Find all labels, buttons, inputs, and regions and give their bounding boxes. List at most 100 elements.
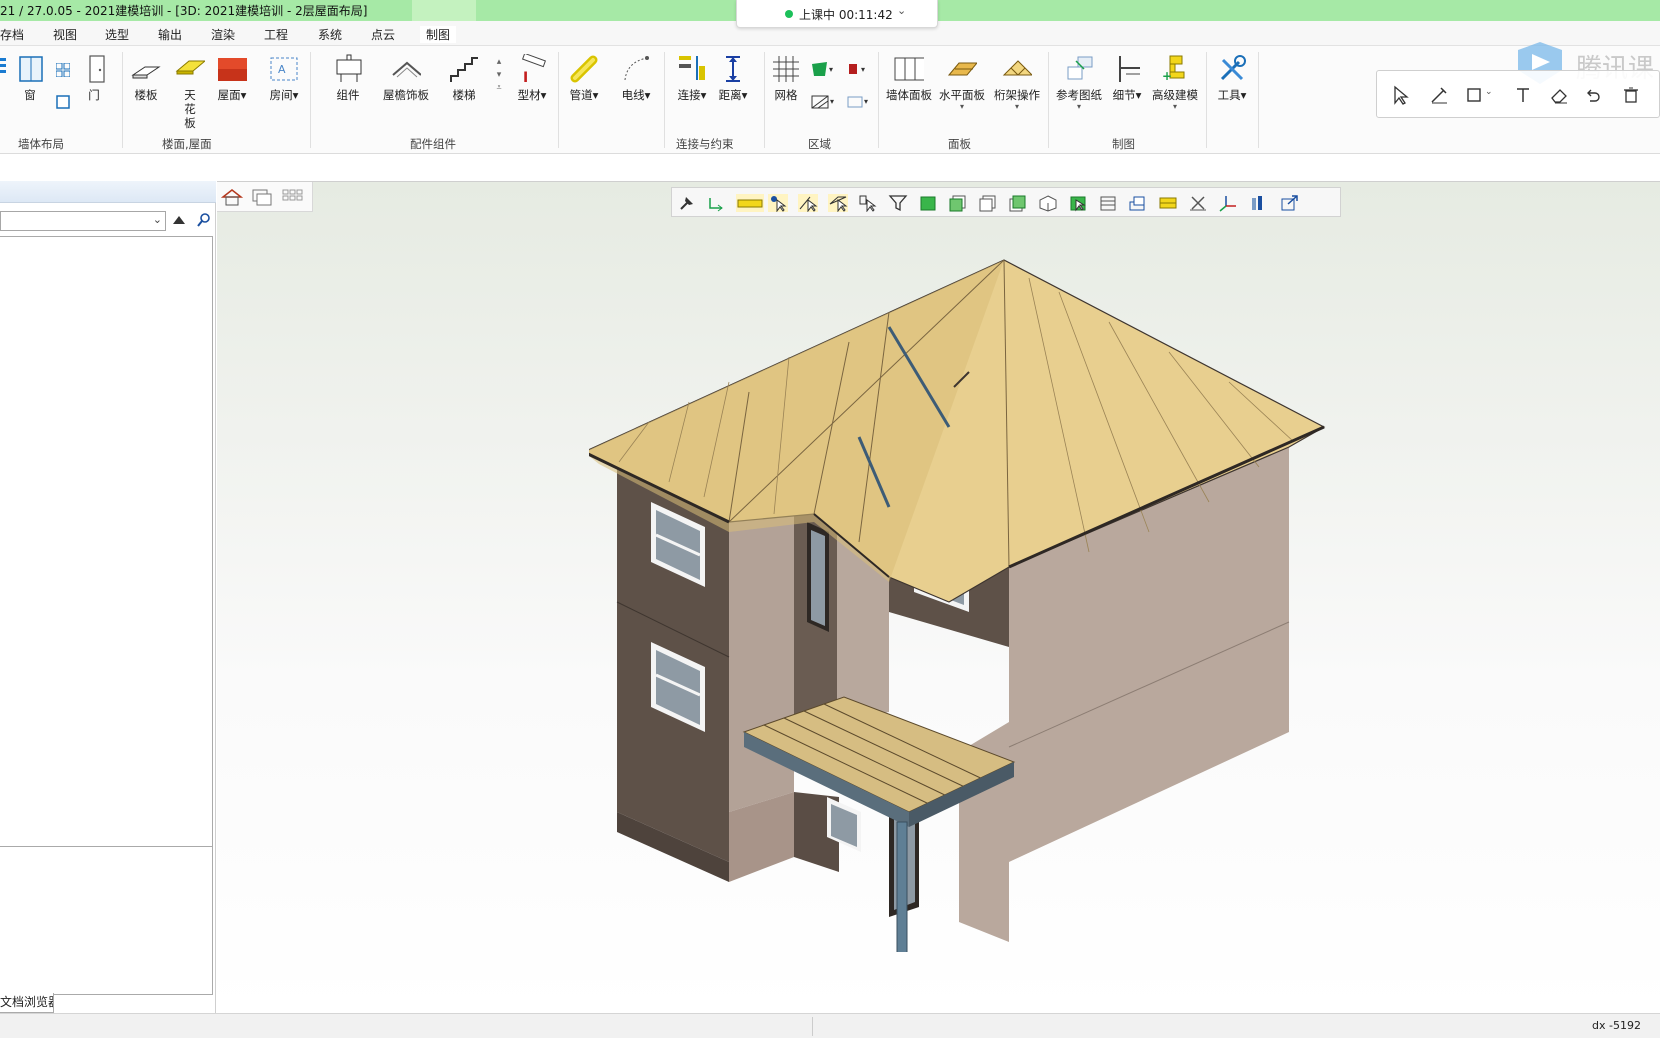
menu-item-point-cloud[interactable]: 点云: [371, 26, 395, 43]
tools-tool[interactable]: 工具▾: [1212, 54, 1252, 102]
home-view-icon[interactable]: [221, 188, 243, 206]
axes-icon[interactable]: [1218, 194, 1238, 212]
profile-tool[interactable]: I 型材▾: [512, 54, 552, 102]
area-hatch-tool[interactable]: ▾: [808, 92, 838, 112]
side-view-icon[interactable]: [978, 194, 998, 212]
wall-panel-tool[interactable]: 墙体面板: [884, 54, 934, 102]
ref-drawing-icon: [1064, 54, 1094, 84]
window-frame-tool[interactable]: [54, 94, 72, 110]
pipe-tool[interactable]: 管道▾: [564, 54, 604, 102]
room-label: 房间▾: [269, 88, 299, 102]
roof-label: 屋面▾: [217, 88, 247, 102]
export-view-icon[interactable]: [1280, 194, 1300, 212]
room-tool[interactable]: A 房间▾: [264, 54, 304, 102]
window-tool[interactable]: 窗: [16, 54, 44, 102]
house-3d-model[interactable]: [589, 252, 1389, 952]
profile-view-icon[interactable]: [1248, 194, 1268, 212]
view-toolbar: [671, 187, 1341, 217]
menu-item-save[interactable]: 存档: [0, 26, 24, 43]
truss-op-label: 桁架操作: [994, 88, 1040, 102]
section-view-icon[interactable]: [1068, 194, 1088, 212]
select-face-icon[interactable]: [828, 194, 848, 212]
menu-item-system[interactable]: 系统: [318, 26, 342, 43]
menu-item-view[interactable]: 视图: [53, 26, 77, 43]
text-icon[interactable]: [1513, 85, 1533, 105]
chevron-down-icon[interactable]: ⌄: [897, 4, 906, 17]
window-frame-icon: [55, 94, 71, 110]
roof-tool[interactable]: 屋面▾: [212, 54, 252, 102]
collapse-up-icon[interactable]: [172, 213, 186, 227]
floor-slab-tool[interactable]: 楼板: [128, 54, 164, 102]
detail-tool[interactable]: 细节▾: [1108, 54, 1146, 102]
area-point-tool[interactable]: ▾: [844, 60, 874, 80]
group-label-accessory: 配件组件: [410, 137, 456, 151]
connect-tool[interactable]: 连接▾: [672, 54, 712, 102]
select-edge-icon[interactable]: [798, 194, 818, 212]
advanced-modeling-tool[interactable]: + 高级建模 ▾: [1148, 54, 1202, 111]
select-point-icon[interactable]: [768, 194, 788, 212]
chevron-down-icon[interactable]: ⌄: [1485, 87, 1493, 97]
clip-plane-icon[interactable]: [1158, 194, 1178, 212]
door-tool[interactable]: 门: [82, 54, 106, 102]
grid-tool[interactable]: 网格: [768, 54, 804, 102]
pin-icon[interactable]: [676, 194, 696, 212]
detail-icon: [1112, 54, 1142, 84]
menu-item-project[interactable]: 工程: [264, 26, 288, 43]
properties-pane[interactable]: [0, 847, 213, 995]
accessory-scroll[interactable]: ▴ ▾ ⩡: [494, 56, 504, 95]
select-element-icon[interactable]: [858, 194, 878, 212]
rectangle-icon[interactable]: [1465, 85, 1485, 105]
window-grid-icon: [55, 62, 71, 78]
rotate-icon[interactable]: [706, 194, 726, 212]
wall-tool[interactable]: [0, 54, 8, 84]
menu-item-select[interactable]: 选型: [105, 26, 129, 43]
wire-label: 电线▾: [621, 88, 651, 102]
entry-door-upper: [807, 522, 829, 632]
pen-icon[interactable]: [1429, 85, 1449, 105]
area-fill-tool[interactable]: ▾: [808, 60, 838, 80]
group-label-wall-layout: 墙体布局: [18, 137, 64, 151]
window-label: 窗: [24, 88, 36, 102]
eave-board-tool[interactable]: 屋檐饰板: [378, 54, 434, 102]
measure-icon[interactable]: [736, 194, 764, 212]
view-controls: [217, 182, 313, 212]
component-tool[interactable]: 组件: [326, 54, 370, 102]
window-view-icon[interactable]: [251, 188, 273, 206]
eraser-icon[interactable]: [1549, 85, 1569, 105]
class-status-pill[interactable]: 上课中 00:11:42 ⌄: [736, 0, 938, 28]
stair-tool[interactable]: 楼梯: [444, 54, 484, 102]
tools-icon: [1217, 54, 1247, 84]
trash-icon[interactable]: [1621, 85, 1641, 105]
distance-tool[interactable]: 距离▾: [712, 54, 754, 102]
window-grid-tool[interactable]: [54, 62, 72, 78]
solid-view-icon[interactable]: [918, 194, 938, 212]
ceiling-tool[interactable]: 天花板: [172, 54, 208, 130]
front-view-icon[interactable]: [948, 194, 968, 212]
chevron-down-icon[interactable]: ⌄: [153, 213, 162, 226]
ref-drawing-tool[interactable]: 参考图纸 ▾: [1052, 54, 1106, 111]
advanced-modeling-label: 高级建模: [1152, 88, 1198, 102]
dx-readout: dx -5192: [1592, 1019, 1641, 1032]
wire-tool[interactable]: 电线▾: [616, 54, 656, 102]
truss-op-tool[interactable]: 桁架操作 ▾: [990, 54, 1044, 111]
back-view-icon[interactable]: [1008, 194, 1028, 212]
search-icon[interactable]: [196, 212, 212, 228]
stack-view-icon[interactable]: [1128, 194, 1148, 212]
browser-filter-select[interactable]: ⌄: [0, 211, 166, 231]
iso-view-icon[interactable]: [1038, 194, 1058, 212]
undo-icon[interactable]: [1583, 85, 1603, 105]
clip-cross-icon[interactable]: [1188, 194, 1208, 212]
document-tree[interactable]: [0, 236, 213, 847]
tab-document-browser[interactable]: 文档浏览器: [0, 993, 54, 1013]
tile-view-icon[interactable]: [281, 188, 303, 206]
menu-item-drafting[interactable]: 制图: [420, 26, 457, 43]
floor-slab-icon: [131, 54, 161, 84]
horizontal-panel-tool[interactable]: 水平面板 ▾: [936, 54, 988, 111]
pointer-icon[interactable]: [1391, 85, 1411, 105]
layer-list-icon[interactable]: [1098, 194, 1118, 212]
menu-item-render[interactable]: 渲染: [211, 26, 235, 43]
area-zone-tool[interactable]: ▾: [844, 92, 874, 112]
filter-icon[interactable]: [888, 194, 908, 212]
menu-item-output[interactable]: 输出: [158, 26, 182, 43]
3d-viewport[interactable]: [217, 181, 1660, 1013]
